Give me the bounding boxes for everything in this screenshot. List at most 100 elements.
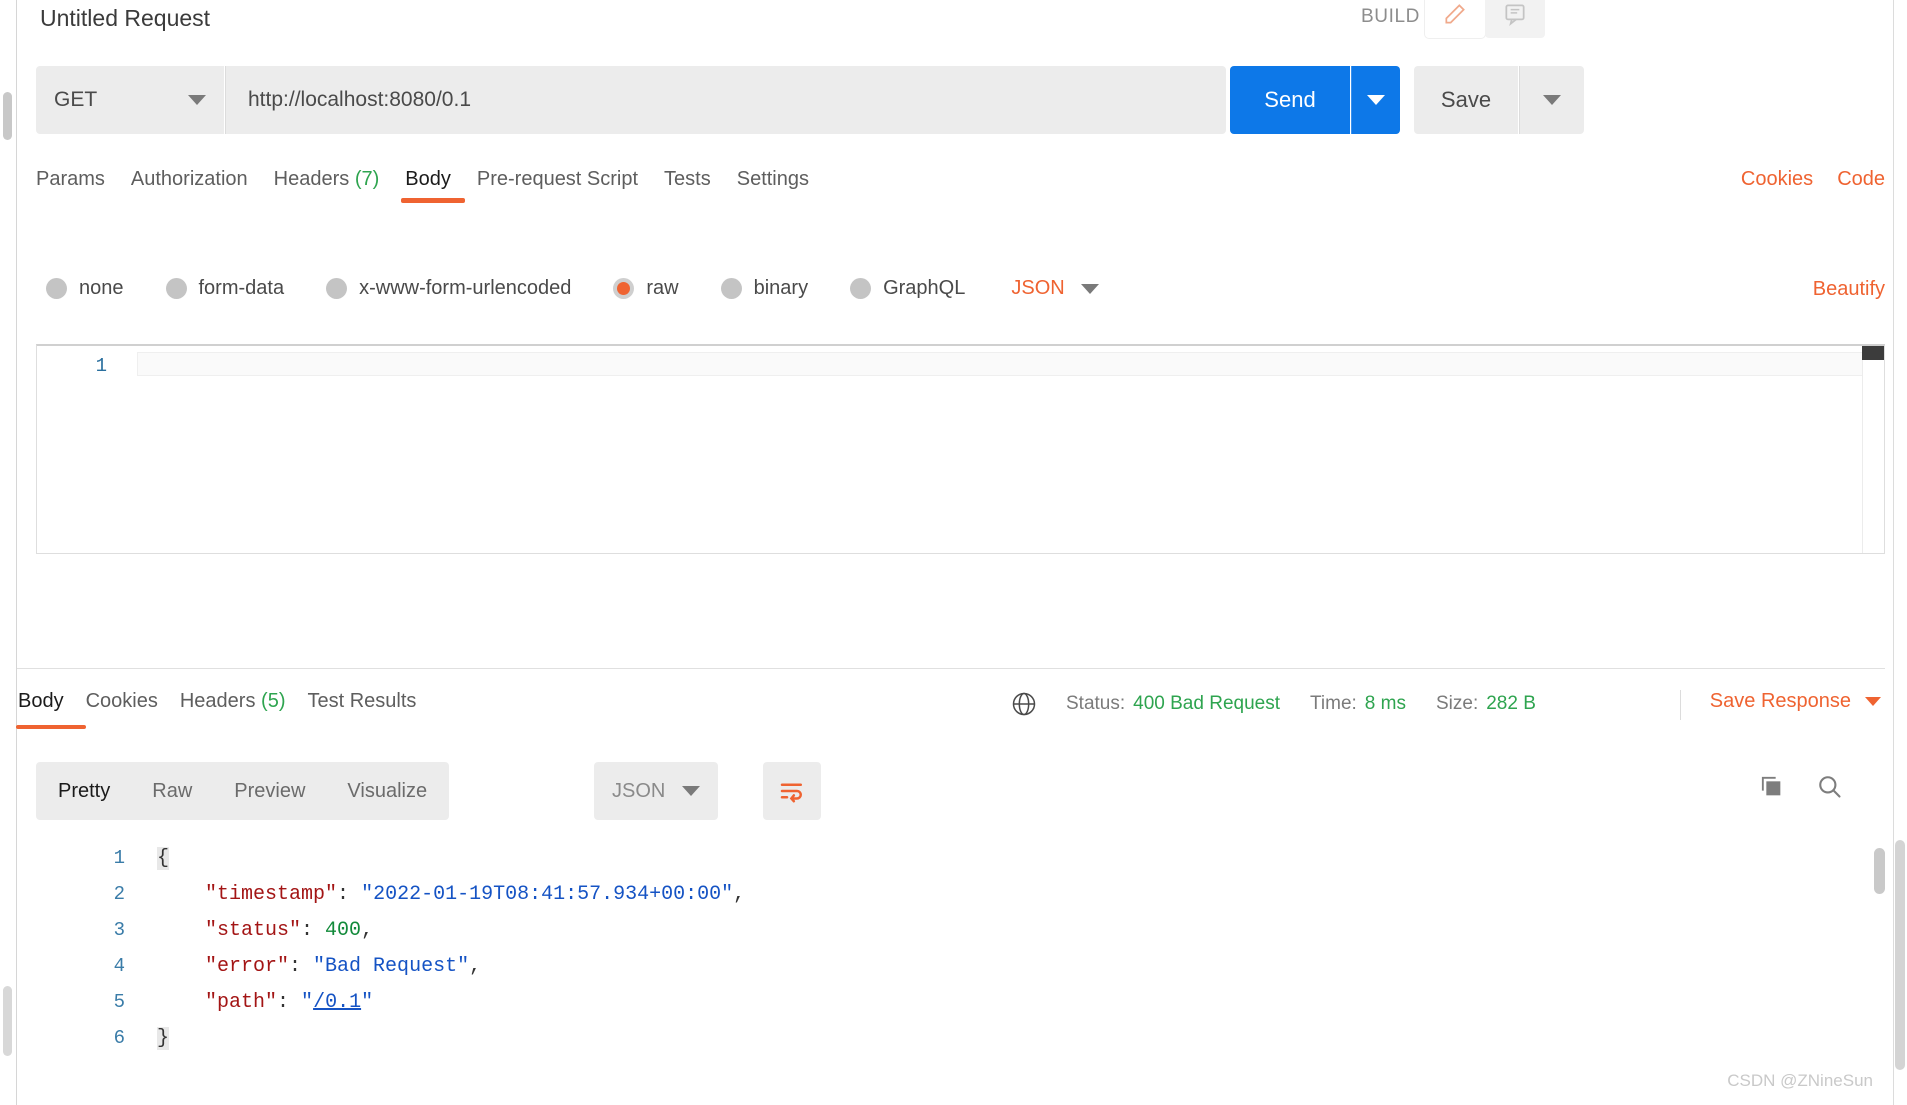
active-tab-indicator: [401, 198, 466, 203]
request-utility-links: Cookies Code: [1741, 168, 1885, 191]
left-scrollbar-thumb-lower[interactable]: [3, 986, 12, 1056]
time-label: Time:: [1310, 693, 1357, 714]
tab-settings[interactable]: Settings: [737, 160, 835, 207]
editor-line-number: 1: [95, 355, 107, 377]
tab-body[interactable]: Body: [401, 160, 477, 207]
body-format-value: JSON: [1011, 277, 1065, 299]
save-response-button[interactable]: Save Response: [1710, 690, 1881, 713]
body-type-graphql[interactable]: GraphQL: [850, 277, 965, 300]
tab-authorization[interactable]: Authorization: [131, 160, 274, 207]
body-type-form-data[interactable]: form-data: [165, 277, 285, 300]
tab-pre-request-script-label: Pre-request Script: [476, 168, 639, 190]
url-value: http://localhost:8080/0.1: [248, 88, 471, 111]
code-line-text: "timestamp": "2022-01-19T08:41:57.934+00…: [205, 882, 746, 906]
beautify-button[interactable]: Beautify: [1813, 278, 1885, 301]
response-format-group: Pretty Raw Preview Visualize: [36, 762, 450, 820]
code-line-text: }: [157, 1026, 170, 1050]
request-body-editor[interactable]: 1: [36, 344, 1885, 554]
size-value: 282 B: [1486, 693, 1536, 714]
tab-tests[interactable]: Tests: [664, 160, 737, 207]
code-line: 4 "error": "Bad Request",: [17, 948, 1885, 984]
body-type-raw[interactable]: raw: [613, 277, 679, 300]
format-pretty-button[interactable]: Pretty: [58, 780, 110, 803]
chevron-down-icon: [1543, 95, 1561, 105]
code-line-number: 1: [113, 847, 125, 869]
body-format-selector[interactable]: JSON: [1011, 277, 1099, 300]
response-tab-test-results[interactable]: Test Results: [307, 690, 438, 729]
search-icon[interactable]: [1815, 772, 1843, 800]
format-raw-button[interactable]: Raw: [152, 780, 192, 803]
chevron-down-icon: [188, 95, 206, 105]
save-options-button[interactable]: [1519, 66, 1584, 134]
response-scrollbar-thumb[interactable]: [1874, 848, 1885, 894]
radio-icon: [326, 278, 348, 299]
save-button[interactable]: Save: [1414, 66, 1518, 134]
save-response-label: Save Response: [1709, 690, 1851, 712]
tab-params[interactable]: Params: [36, 160, 131, 207]
tab-settings-label: Settings: [736, 168, 809, 190]
response-tab-cookies[interactable]: Cookies: [86, 690, 180, 729]
build-label: BUILD: [1361, 6, 1420, 27]
url-input[interactable]: http://localhost:8080/0.1: [225, 66, 1226, 134]
chevron-down-icon: [1367, 95, 1385, 105]
code-line-number: 2: [113, 883, 125, 905]
body-type-urlencoded[interactable]: x-www-form-urlencoded: [326, 277, 571, 300]
postman-window: Untitled Request BUILD GET http://localh…: [0, 0, 1907, 1105]
right-scrollbar-thumb[interactable]: [1895, 840, 1905, 1070]
comments-button[interactable]: [1485, 0, 1545, 38]
left-rail: [0, 0, 17, 1105]
editor-scrollbar-thumb[interactable]: [1862, 346, 1884, 360]
left-scrollbar-thumb[interactable]: [3, 92, 12, 140]
send-options-button[interactable]: [1351, 66, 1400, 134]
response-status-bar: Status: 400 Bad Request Time: 8 ms Size:…: [1010, 690, 1566, 718]
status-separator: [1680, 690, 1681, 720]
chevron-down-icon: [1865, 697, 1881, 706]
radio-icon: [850, 278, 872, 299]
code-line: 5 "path": "/0.1": [17, 984, 1885, 1020]
response-tab-body[interactable]: Body: [16, 690, 86, 729]
code-line: 3 "status": 400,: [17, 912, 1885, 948]
response-content-type-selector[interactable]: JSON: [594, 762, 718, 820]
editor-scrollbar-track[interactable]: [1862, 360, 1884, 553]
status-value: 400 Bad Request: [1133, 693, 1280, 714]
comment-icon: [1505, 4, 1525, 27]
tab-params-label: Params: [36, 168, 105, 190]
globe-icon: [1012, 692, 1036, 716]
pencil-icon: [1445, 4, 1465, 24]
request-tabs: Params Authorization Headers (7) Body Pr…: [36, 160, 835, 207]
format-visualize-button[interactable]: Visualize: [347, 780, 427, 803]
body-type-none-label: none: [79, 277, 124, 299]
body-type-form-data-label: form-data: [198, 277, 285, 299]
body-type-radio-group: none form-data x-www-form-urlencoded raw…: [46, 277, 1099, 300]
response-content-type-value: JSON: [612, 779, 666, 802]
code-line: 6}: [17, 1020, 1885, 1056]
copy-icon[interactable]: [1757, 772, 1785, 800]
active-tab-indicator: [16, 725, 86, 729]
body-type-binary[interactable]: binary: [720, 277, 809, 300]
code-line-number: 5: [113, 991, 125, 1013]
code-line: 2 "timestamp": "2022-01-19T08:41:57.934+…: [17, 876, 1885, 912]
response-divider: [17, 668, 1885, 669]
body-type-binary-label: binary: [753, 277, 809, 299]
editor-active-line[interactable]: [137, 352, 1866, 376]
code-link[interactable]: Code: [1837, 168, 1885, 191]
tab-pre-request-script[interactable]: Pre-request Script: [477, 160, 664, 207]
http-method-value: GET: [54, 88, 98, 111]
body-type-none[interactable]: none: [46, 277, 124, 300]
response-tab-cookies-label: Cookies: [85, 690, 158, 712]
cookies-link[interactable]: Cookies: [1741, 168, 1813, 191]
code-line-text: "path": "/0.1": [205, 990, 374, 1014]
response-tab-body-label: Body: [18, 690, 64, 712]
response-body-viewer[interactable]: 1 {2 "timestamp": "2022-01-19T08:41:57.93…: [17, 840, 1885, 1065]
send-button[interactable]: Send: [1230, 66, 1350, 134]
response-tab-headers[interactable]: Headers (5): [180, 690, 308, 729]
format-preview-button[interactable]: Preview: [234, 780, 305, 803]
http-method-selector[interactable]: GET: [36, 66, 224, 134]
edit-request-button[interactable]: [1425, 0, 1485, 38]
code-line-text: {: [157, 846, 170, 870]
radio-selected-icon: [613, 278, 635, 299]
radio-icon: [46, 278, 67, 299]
chevron-down-icon: [1080, 283, 1099, 294]
tab-headers[interactable]: Headers (7): [274, 160, 406, 207]
word-wrap-button[interactable]: [763, 762, 821, 820]
